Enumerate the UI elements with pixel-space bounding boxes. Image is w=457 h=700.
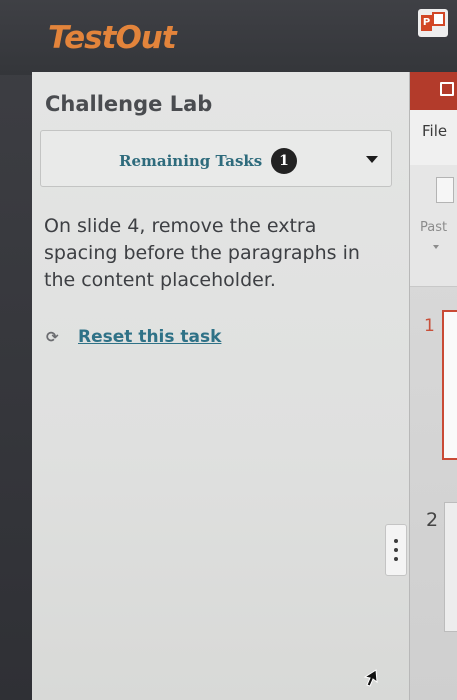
- top-header: TestOut P: [0, 0, 457, 75]
- slide-thumbnail-2[interactable]: [444, 502, 457, 632]
- chevron-down-icon[interactable]: [433, 245, 439, 249]
- remaining-tasks-label: Remaining Tasks: [119, 152, 263, 170]
- dot: [394, 557, 398, 561]
- task-description: On slide 4, remove the extra spacing bef…: [44, 215, 360, 291]
- title-bar: [410, 72, 457, 110]
- challenge-lab-panel: Challenge Lab Remaining Tasks 1 On slide…: [32, 72, 410, 700]
- more-options-button[interactable]: [385, 524, 407, 576]
- refresh-icon[interactable]: ⟳: [46, 330, 60, 345]
- slide-number-1: 1: [424, 316, 435, 336]
- powerpoint-sheet-shape: [432, 12, 445, 26]
- paste-label: Past: [420, 220, 448, 235]
- clipboard-icon: [436, 177, 454, 203]
- mouse-cursor-icon: [363, 669, 378, 687]
- chevron-down-icon[interactable]: [366, 156, 378, 163]
- powerpoint-window: File Past 1 2: [410, 72, 457, 700]
- save-icon[interactable]: [440, 82, 454, 96]
- dot: [394, 539, 398, 543]
- slide-number-2: 2: [426, 509, 439, 531]
- remaining-tasks-count-badge: 1: [271, 148, 297, 174]
- file-tab[interactable]: File: [410, 110, 457, 165]
- reset-task-row[interactable]: ⟳ Reset this task: [46, 324, 221, 350]
- remaining-tasks-dropdown[interactable]: Remaining Tasks 1: [40, 130, 392, 187]
- paste-button[interactable]: Past: [410, 165, 457, 287]
- slide-thumbnail-1[interactable]: [442, 310, 457, 460]
- powerpoint-letter: P: [421, 15, 432, 31]
- testout-logo: TestOut: [48, 20, 177, 56]
- reset-task-link[interactable]: Reset this task: [78, 327, 221, 347]
- dot: [394, 548, 398, 552]
- file-tab-label: File: [422, 122, 448, 140]
- lab-title: Challenge Lab: [45, 92, 213, 116]
- powerpoint-icon[interactable]: P: [418, 9, 448, 37]
